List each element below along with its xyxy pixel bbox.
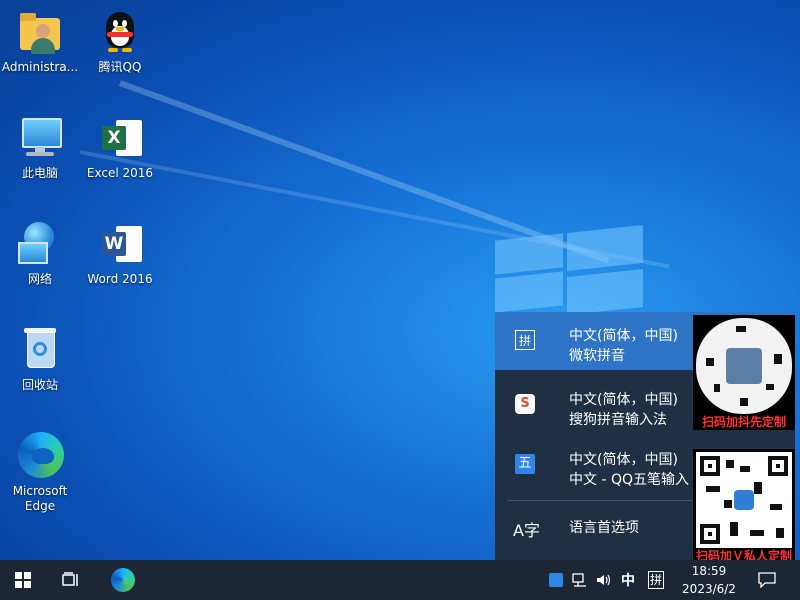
desktop-icon-label: 腾讯QQ [98,60,142,74]
wechat-qr-ad: 扫码加Ｖ私人定制 [693,449,795,564]
language-icon: A字 [513,521,540,540]
recycle-bin-icon [16,326,64,374]
wubi-icon: 五 [515,454,535,474]
notification-icon [758,572,776,588]
volume-icon[interactable] [593,560,615,600]
desktop-icon-label: 回收站 [21,378,58,392]
start-button[interactable] [0,560,46,600]
desktop-icon-label: Excel 2016 [86,166,154,180]
pinyin-icon: 拼 [515,330,535,350]
desktop-icon-edge[interactable]: Microsoft Edge [1,432,79,514]
douyin-qr-ad: 扫码加抖先定制 [693,315,795,430]
taskbar-edge-button[interactable] [100,560,146,600]
word-icon: W [96,220,144,268]
clock-date: 2023/6/2 [682,582,736,596]
desktop-icon-label: 此电脑 [21,166,58,180]
douyin-qr-code [696,318,792,414]
desktop-icon-qq[interactable]: 腾讯QQ [81,8,159,75]
desktop-icon-label: Microsoft Edge [12,484,68,513]
desktop-icon-network[interactable]: 网络 [1,220,79,287]
task-view-icon [62,572,78,586]
desktop-icon-label: 网络 [27,272,52,286]
taskbar-clock[interactable]: 18:59 2023/6/2 [680,562,738,598]
windows-logo-icon [15,572,31,588]
ime-mode-indicator[interactable]: 中 [617,560,639,600]
taskbar: 中 拼 18:59 2023/6/2 [0,560,800,600]
wechat-qr-code [696,452,792,548]
edge-browser-icon [111,568,135,592]
desktop-icon-recycle-bin[interactable]: 回收站 [1,326,79,393]
computer-icon [16,114,64,162]
action-center-button[interactable] [744,560,790,600]
desktop-icon-label: Word 2016 [87,272,153,286]
sogou-tray-icon[interactable] [545,560,567,600]
desktop-icon-word[interactable]: W Word 2016 [81,220,159,287]
desktop-icon-this-pc[interactable]: 此电脑 [1,114,79,181]
desktop-icon-administrator[interactable]: Administra... [1,8,79,75]
clock-time: 18:59 [691,564,727,578]
ime-switch-indicator[interactable]: 拼 [643,560,669,600]
network-icon[interactable] [569,560,591,600]
wallpaper-windows-logo [495,225,645,315]
excel-icon: X [96,114,144,162]
qq-penguin-icon [96,8,144,56]
edge-browser-icon [16,432,64,480]
user-folder-icon [16,8,64,56]
network-globe-icon [16,220,64,268]
sogou-icon: S [515,394,535,414]
desktop-icon-excel[interactable]: X Excel 2016 [81,114,159,181]
task-view-button[interactable] [48,560,94,600]
desktop-icon-label: Administra... [1,60,79,74]
